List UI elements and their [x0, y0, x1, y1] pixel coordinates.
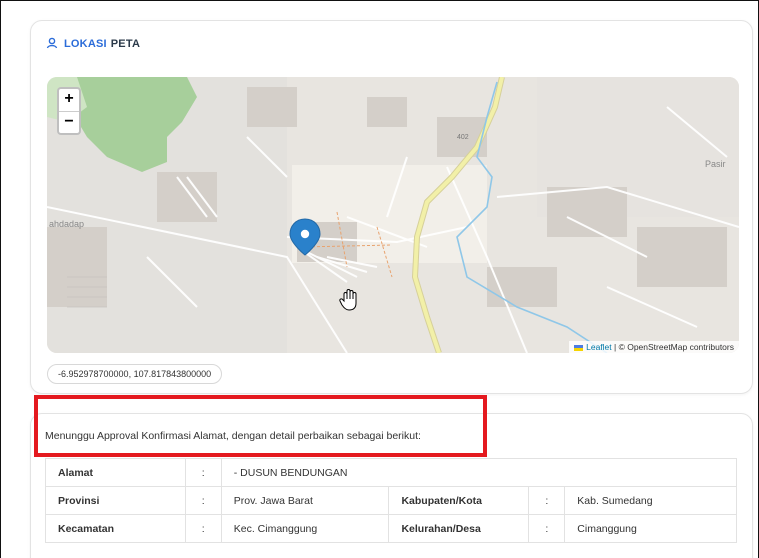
map-tiles: 402 Pasir ahdadap — [47, 77, 739, 353]
value-kabupaten: Kab. Sumedang — [564, 486, 737, 515]
user-pin-icon — [46, 37, 58, 52]
label-alamat: Alamat — [45, 458, 186, 487]
map-view[interactable]: 402 Pasir ahdadap + − Leaflet | © OpenSt… — [47, 77, 739, 353]
road-ref-label: 402 — [457, 134, 469, 141]
highlight-box — [34, 395, 487, 457]
value-provinsi: Prov. Jawa Barat — [220, 486, 390, 515]
label-provinsi: Provinsi — [45, 486, 186, 515]
address-detail-table: Alamat : - DUSUN BENDUNGAN Provinsi : Pr… — [45, 458, 738, 543]
separator: : — [184, 458, 222, 487]
value-alamat: - DUSUN BENDUNGAN — [220, 458, 738, 487]
table-row: Provinsi : Prov. Jawa Barat Kabupaten/Ko… — [45, 486, 737, 515]
value-kelurahan: Cimanggung — [564, 514, 737, 543]
label-kelurahan: Kelurahan/Desa — [388, 514, 530, 543]
coordinates-badge: -6.952978700000, 107.817843800000 — [47, 364, 223, 384]
card-title-accent: LOKASI — [64, 38, 107, 50]
place-label-ahdadap: ahdadap — [49, 219, 84, 229]
card-header: LOKASI PETA — [31, 21, 752, 67]
ukraine-flag-icon — [574, 344, 584, 351]
place-label-pasir: Pasir — [705, 159, 726, 169]
osm-attribution: | © OpenStreetMap contributors — [614, 342, 734, 352]
label-kecamatan: Kecamatan — [45, 514, 186, 543]
location-map-card: LOKASI PETA 402 Pasir ahdadap + − Leafle… — [30, 20, 753, 394]
zoom-in-button[interactable]: + — [59, 89, 79, 111]
separator: : — [184, 486, 222, 515]
map-attribution: Leaflet | © OpenStreetMap contributors — [569, 341, 739, 353]
table-row: Alamat : - DUSUN BENDUNGAN — [45, 458, 738, 487]
separator: : — [528, 486, 566, 515]
leaflet-link[interactable]: Leaflet — [586, 342, 612, 352]
value-kecamatan: Kec. Cimanggung — [220, 514, 390, 543]
label-kabupaten: Kabupaten/Kota — [388, 486, 530, 515]
zoom-out-button[interactable]: − — [59, 111, 79, 133]
separator: : — [184, 514, 222, 543]
card-title: PETA — [110, 38, 141, 50]
separator: : — [528, 514, 566, 543]
table-row: Kecamatan : Kec. Cimanggung Kelurahan/De… — [45, 514, 737, 543]
zoom-control: + − — [57, 87, 81, 135]
